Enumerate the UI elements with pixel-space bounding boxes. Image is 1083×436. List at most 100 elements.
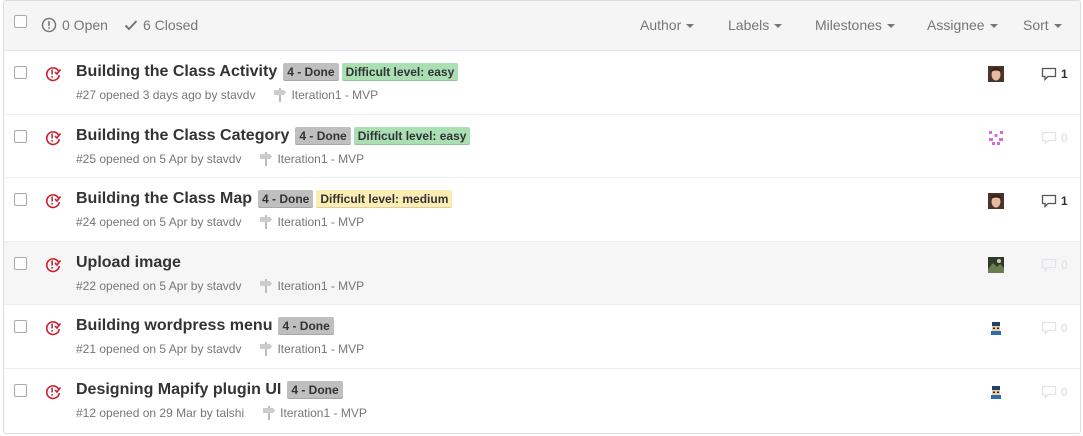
milestones-filter-label: Milestones — [815, 17, 882, 33]
sort-filter-label: Sort — [1023, 17, 1049, 33]
issue-title-line: Building the Class Category 4 - Done Diffi… — [76, 126, 473, 145]
comments-link[interactable]: 1 — [1041, 67, 1068, 81]
comments-link[interactable]: 0 — [1041, 131, 1068, 145]
issue-label[interactable]: 4 - Done — [295, 126, 351, 145]
issue-label[interactable]: 4 - Done — [258, 190, 314, 209]
issue-closed-icon — [46, 321, 61, 336]
issue-checkbox[interactable] — [14, 129, 27, 143]
issue-opened-info: #25 opened on 5 Apr by stavdv — [76, 151, 242, 166]
issue-title-link[interactable]: Upload image — [76, 254, 181, 272]
issue-title-link[interactable]: Building wordpress menu — [76, 317, 272, 335]
issue-label[interactable]: 4 - Done — [283, 63, 339, 81]
issue-opened-info: #22 opened on 5 Apr by stavdv — [76, 278, 242, 293]
milestone-label: Iteration1 - MVP — [277, 342, 365, 357]
chevron-down-icon — [686, 24, 695, 28]
issue-opened-info: #21 opened on 5 Apr by stavdv — [76, 342, 242, 357]
issue-row[interactable]: Designing Mapify plugin UI 4 - Done #12 op… — [4, 369, 1080, 433]
chevron-down-icon — [886, 24, 895, 28]
issue-row[interactable]: Building the Class Map 4 - Done Difficult … — [4, 178, 1080, 242]
issue-title-link[interactable]: Designing Mapify plugin UI — [76, 381, 281, 399]
issue-row[interactable]: Building wordpress menu 4 - Done #21 opene… — [4, 305, 1080, 369]
assignee-avatar[interactable] — [988, 320, 1004, 337]
comment-count: 0 — [1061, 257, 1068, 272]
assignee-avatar[interactable] — [988, 383, 1004, 400]
comment-icon — [1041, 258, 1057, 272]
comment-icon — [1041, 131, 1057, 145]
comment-icon — [1041, 385, 1057, 399]
issue-checkbox[interactable] — [14, 256, 27, 270]
assignee-filter[interactable]: Assignee — [927, 17, 998, 33]
milestone-icon — [260, 151, 273, 166]
issue-label[interactable]: 4 - Done — [287, 380, 343, 399]
issue-checkbox[interactable] — [14, 193, 27, 207]
comment-icon — [1041, 67, 1057, 81]
assignee-avatar[interactable] — [988, 129, 1004, 146]
milestone-link[interactable]: Iteration1 - MVP — [259, 342, 365, 357]
issue-label[interactable]: Difficult level: easy — [341, 63, 459, 81]
comment-count: 0 — [1061, 321, 1068, 336]
milestone-link[interactable]: Iteration1 - MVP — [259, 278, 365, 293]
milestone-link[interactable]: Iteration1 - MVP — [259, 215, 364, 230]
comments-link[interactable]: 0 — [1041, 385, 1068, 399]
issue-title-link[interactable]: Building the Class Category — [76, 127, 289, 145]
issue-closed-icon — [46, 385, 61, 400]
issue-opened-info: #12 opened on 29 Mar by talshi — [76, 405, 245, 420]
issue-label[interactable]: Difficult level: medium — [316, 190, 453, 209]
issue-states: 0 Open 6 Closed — [41, 17, 214, 33]
milestone-icon — [260, 215, 273, 230]
comment-count: 1 — [1061, 67, 1068, 81]
milestone-label: Iteration1 - MVP — [277, 278, 365, 293]
issue-title-line: Building the Class Activity 4 - Done Diffi… — [76, 63, 461, 81]
issue-meta: #27 opened 3 days ago by stavdv Iteration… — [76, 88, 378, 102]
chevron-down-icon — [774, 24, 783, 28]
select-all-checkbox[interactable] — [14, 15, 27, 28]
comments-link[interactable]: 0 — [1041, 258, 1068, 272]
assignee-filter-label: Assignee — [927, 17, 985, 33]
assignee-avatar[interactable] — [988, 193, 1004, 210]
comments-link[interactable]: 1 — [1041, 194, 1068, 209]
milestone-link[interactable]: Iteration1 - MVP — [259, 151, 365, 166]
issue-title-link[interactable]: Building the Class Activity — [76, 63, 277, 81]
issue-title-line: Designing Mapify plugin UI 4 - Done — [76, 380, 346, 399]
issues-list: 0 Open 6 Closed Author Labels Milestones… — [3, 0, 1081, 434]
milestone-label: Iteration1 - MVP — [291, 88, 379, 102]
closed-count-label: 6 Closed — [142, 17, 199, 33]
issue-meta: #21 opened on 5 Apr by stavdv Iteration1 … — [76, 342, 365, 357]
labels-filter[interactable]: Labels — [728, 17, 783, 33]
issue-closed-icon — [46, 194, 61, 209]
milestone-label: Iteration1 - MVP — [280, 405, 367, 420]
author-filter-label: Author — [640, 17, 682, 33]
milestone-icon — [260, 342, 273, 357]
milestones-filter[interactable]: Milestones — [815, 17, 895, 33]
issue-opened-info: #24 opened on 5 Apr by stavdv — [76, 215, 242, 230]
comment-icon — [1041, 195, 1057, 209]
issue-meta: #12 opened on 29 Mar by talshi Iteration1… — [76, 405, 367, 420]
issue-label[interactable]: 4 - Done — [278, 317, 334, 336]
chevron-down-icon — [989, 24, 998, 28]
assignee-avatar[interactable] — [988, 256, 1004, 273]
milestone-link[interactable]: Iteration1 - MVP — [262, 405, 367, 420]
author-filter[interactable]: Author — [640, 17, 695, 33]
issue-checkbox[interactable] — [14, 383, 27, 397]
issue-checkbox[interactable] — [14, 320, 27, 334]
check-icon — [124, 20, 138, 31]
sort-filter[interactable]: Sort — [1023, 17, 1062, 33]
issue-row[interactable]: Upload image #22 opened on 5 Apr by stavd… — [4, 241, 1080, 306]
issue-checkbox[interactable] — [14, 66, 27, 79]
issue-title-line: Building wordpress menu 4 - Done — [76, 317, 337, 336]
issue-closed-icon — [46, 130, 61, 145]
issues-list-header: 0 Open 6 Closed Author Labels Milestones… — [4, 1, 1080, 51]
closed-issues-link[interactable]: 6 Closed — [124, 17, 198, 33]
issue-meta: #24 opened on 5 Apr by stavdv Iteration1 … — [76, 215, 364, 230]
comments-link[interactable]: 0 — [1041, 321, 1068, 336]
milestone-link[interactable]: Iteration1 - MVP — [273, 88, 378, 102]
issue-row[interactable]: Building the Class Activity 4 - Done Diffi… — [4, 51, 1080, 115]
issue-label[interactable]: Difficult level: easy — [353, 126, 471, 145]
open-issues-link[interactable]: 0 Open — [41, 17, 108, 33]
issue-row[interactable]: Building the Class Category 4 - Done Diffi… — [4, 115, 1080, 179]
milestone-label: Iteration1 - MVP — [277, 151, 365, 166]
issue-rows: Building the Class Activity 4 - Done Diffi… — [4, 51, 1080, 433]
issue-title-link[interactable]: Building the Class Map — [76, 190, 252, 208]
issue-meta: #25 opened on 5 Apr by stavdv Iteration1 … — [76, 151, 365, 166]
assignee-avatar[interactable] — [988, 66, 1004, 82]
